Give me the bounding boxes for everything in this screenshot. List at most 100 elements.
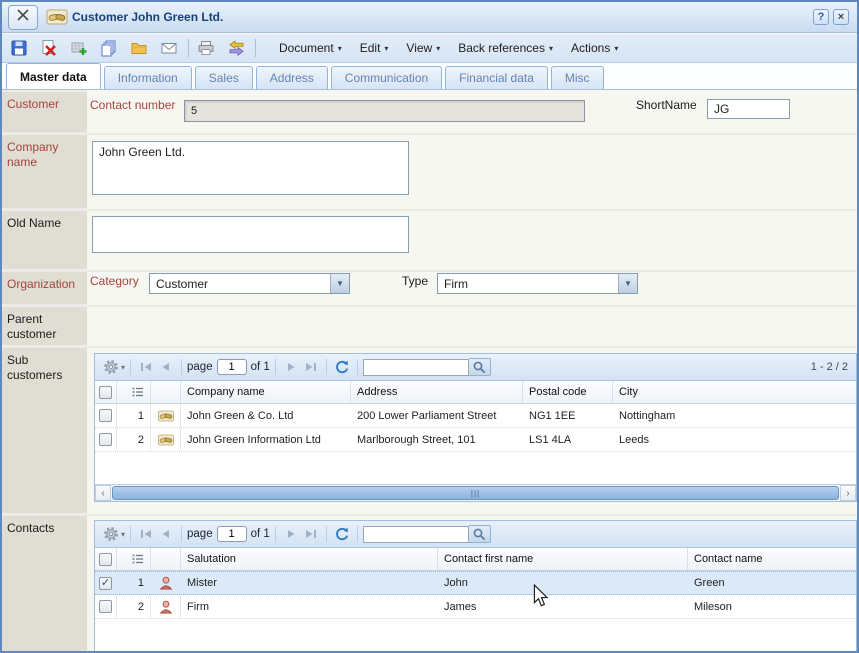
type-label: Type <box>402 274 428 288</box>
icon-column-header[interactable] <box>151 381 181 403</box>
row-number-icon[interactable] <box>117 381 151 403</box>
print-icon[interactable] <box>195 38 217 58</box>
category-select[interactable]: Customer ▼ <box>149 273 350 294</box>
last-page-icon[interactable] <box>303 360 319 374</box>
contacts-grid-header: Salutation Contact first name Contact na… <box>95 548 856 571</box>
tab-financial-data[interactable]: Financial data <box>445 66 548 89</box>
toolbar-separator <box>326 359 327 375</box>
next-page-icon[interactable] <box>283 360 299 374</box>
folder-icon[interactable] <box>128 38 150 58</box>
toolbar-separator <box>181 526 182 542</box>
toolbar-separator <box>275 359 276 375</box>
first-page-icon[interactable] <box>138 527 154 541</box>
refresh-icon[interactable] <box>334 360 350 374</box>
category-label: Category <box>90 274 139 288</box>
grid-empty-area <box>95 619 856 653</box>
chevron-down-icon: ▾ <box>614 44 618 53</box>
icon-column-header[interactable] <box>151 548 181 570</box>
menu-actions[interactable]: Actions▾ <box>571 41 618 55</box>
contact-row[interactable]: 2 Firm James Mileson <box>95 595 856 619</box>
shortname-input[interactable] <box>707 99 790 119</box>
chevron-down-icon: ▾ <box>549 44 553 53</box>
select-all-checkbox[interactable] <box>95 548 117 570</box>
search-icon[interactable] <box>469 525 491 543</box>
sidebar-label-contacts: Contacts <box>2 516 87 653</box>
gear-icon[interactable] <box>103 360 119 374</box>
grid-search-input[interactable] <box>363 526 469 543</box>
chevron-down-icon[interactable]: ▾ <box>121 363 125 372</box>
gear-icon[interactable] <box>103 527 119 541</box>
prev-page-icon[interactable] <box>158 360 174 374</box>
row-number-icon[interactable] <box>117 548 151 570</box>
horizontal-scrollbar[interactable]: ‹ ||| › <box>95 484 856 501</box>
type-select[interactable]: Firm ▼ <box>437 273 638 294</box>
help-button[interactable]: ? <box>813 9 829 25</box>
menu-back-references[interactable]: Back references▾ <box>458 41 553 55</box>
cell-city: Leeds <box>613 428 856 451</box>
column-postal-code[interactable]: Postal code <box>523 381 613 403</box>
tab-address[interactable]: Address <box>256 66 328 89</box>
grid-search-input[interactable] <box>363 359 469 376</box>
column-company-name[interactable]: Company name <box>181 381 351 403</box>
menu-document[interactable]: Document▾ <box>279 41 342 55</box>
company-name-textarea[interactable]: John Green Ltd. <box>92 141 409 195</box>
chevron-down-icon[interactable]: ▾ <box>121 530 125 539</box>
search-icon[interactable] <box>469 358 491 376</box>
row-checkbox-checked[interactable]: ✓ <box>95 572 117 594</box>
sidebar: Customer Company name Old Name Organizat… <box>2 90 87 651</box>
menu-edit[interactable]: Edit▾ <box>360 41 389 55</box>
cell-company: John Green & Co. Ltd <box>181 404 351 427</box>
chevron-down-icon: ▾ <box>384 44 388 53</box>
row-divider <box>87 305 857 307</box>
menu-view[interactable]: View▾ <box>406 41 440 55</box>
close-button-small[interactable]: × <box>833 9 849 25</box>
column-salutation[interactable]: Salutation <box>181 548 438 570</box>
close-window-button[interactable] <box>8 5 38 30</box>
last-page-icon[interactable] <box>303 527 319 541</box>
menubar: Document▾ Edit▾ View▾ Back references▾ A… <box>270 41 627 55</box>
contact-row-selected[interactable]: ✓ 1 Mister John Green <box>95 571 856 595</box>
tab-information[interactable]: Information <box>104 66 192 89</box>
mail-icon[interactable] <box>158 38 180 58</box>
tab-sales[interactable]: Sales <box>195 66 253 89</box>
row-checkbox[interactable] <box>95 428 117 451</box>
delete-icon[interactable] <box>38 38 60 58</box>
row-checkbox[interactable] <box>95 595 117 618</box>
column-city[interactable]: City <box>613 381 856 403</box>
column-address[interactable]: Address <box>351 381 523 403</box>
contacts-grid: ▾ page of 1 <box>94 520 857 653</box>
select-all-checkbox[interactable] <box>95 381 117 403</box>
person-icon <box>151 595 181 618</box>
sub-customer-row[interactable]: 2 John Green Information Ltd Marlborough… <box>95 428 856 452</box>
tab-misc[interactable]: Misc <box>551 66 604 89</box>
refresh-icon[interactable] <box>334 527 350 541</box>
next-page-icon[interactable] <box>283 527 299 541</box>
sub-customers-grid-toolbar: ▾ page of 1 <box>95 354 856 381</box>
row-divider <box>87 133 857 135</box>
cell-name: Mileson <box>688 595 856 618</box>
save-icon[interactable] <box>8 38 30 58</box>
first-page-icon[interactable] <box>138 360 154 374</box>
page-input[interactable] <box>217 359 247 375</box>
tab-master-data[interactable]: Master data <box>6 63 101 89</box>
copy-icon[interactable] <box>98 38 120 58</box>
row-checkbox[interactable] <box>95 404 117 427</box>
chevron-down-icon: ▾ <box>436 44 440 53</box>
page-input[interactable] <box>217 526 247 542</box>
old-name-textarea[interactable] <box>92 216 409 253</box>
cell-postal: NG1 1EE <box>523 404 613 427</box>
transfer-icon[interactable] <box>225 38 247 58</box>
scrollbar-thumb[interactable]: ||| <box>112 486 839 500</box>
column-contact-first-name[interactable]: Contact first name <box>438 548 688 570</box>
contact-number-field[interactable] <box>184 100 585 122</box>
prev-page-icon[interactable] <box>158 527 174 541</box>
tab-communication[interactable]: Communication <box>331 66 442 89</box>
sub-customer-row[interactable]: 1 John Green & Co. Ltd 200 Lower Parliam… <box>95 404 856 428</box>
scroll-right-icon[interactable]: › <box>840 485 856 501</box>
scroll-left-icon[interactable]: ‹ <box>95 485 111 501</box>
column-contact-name[interactable]: Contact name <box>688 548 856 570</box>
cell-company: John Green Information Ltd <box>181 428 351 451</box>
cell-salutation: Mister <box>181 572 438 594</box>
new-record-icon[interactable] <box>68 38 90 58</box>
chevron-down-icon: ▾ <box>338 44 342 53</box>
